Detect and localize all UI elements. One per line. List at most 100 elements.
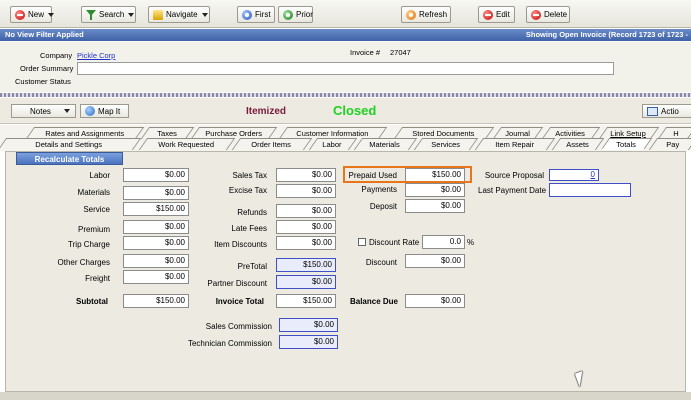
invoice-total-field[interactable]: $150.00 [276, 294, 336, 308]
record-count-text: Showing Open Invoice (Record 1723 of 172… [525, 30, 688, 39]
source-proposal-link[interactable]: 0 [549, 169, 599, 181]
tab-labor[interactable]: Labor [308, 138, 358, 150]
splitter[interactable] [0, 93, 691, 97]
last-payment-date-label: Last Payment Date [478, 186, 547, 195]
sales-tax-field[interactable]: $0.00 [276, 168, 336, 182]
sales-commission-label: Sales Commission [205, 322, 272, 331]
closed-status: Closed [333, 103, 377, 118]
edit-icon [483, 9, 493, 20]
order-summary-label: Order Summary [20, 64, 74, 73]
balance-due-field[interactable]: $0.00 [405, 294, 465, 308]
sales-tax-label: Sales Tax [232, 171, 267, 180]
invoice-header: Company Pickle Corp Invoice # 27047 Orde… [0, 42, 691, 92]
company-label: Company [40, 51, 73, 60]
tab-pay[interactable]: Pay [648, 138, 691, 150]
edit-button[interactable]: Edit [478, 6, 515, 23]
pretotal-field: $150.00 [276, 258, 336, 272]
tab-work-requested[interactable]: Work Requested [138, 138, 236, 150]
navigate-icon [153, 9, 163, 20]
prior-icon [283, 9, 293, 20]
refresh-button[interactable]: Refresh [401, 6, 451, 23]
subtotal-label: Subtotal [76, 297, 108, 306]
other-charges-label: Other Charges [57, 258, 110, 267]
service-label: Service [83, 205, 110, 214]
chevron-down-icon [64, 109, 70, 113]
balance-due-label: Balance Due [349, 297, 398, 306]
refunds-field[interactable]: $0.00 [276, 204, 336, 218]
tab-totals[interactable]: Totals [600, 138, 653, 150]
deposit-field[interactable]: $0.00 [405, 199, 465, 213]
premium-field[interactable]: $0.00 [123, 220, 189, 234]
chevron-down-icon [48, 12, 55, 17]
discount-label: Discount [365, 258, 397, 267]
map-it-button[interactable]: Map It [80, 104, 129, 118]
company-link[interactable]: Pickle Corp [77, 51, 115, 60]
delete-icon [531, 9, 541, 20]
late-fees-label: Late Fees [231, 224, 267, 233]
search-button[interactable]: Search [81, 6, 136, 23]
labor-field[interactable]: $0.00 [123, 168, 189, 182]
first-button[interactable]: First [237, 6, 275, 23]
refresh-icon [406, 9, 416, 20]
tab-services[interactable]: Services [413, 138, 479, 150]
chevron-down-icon [201, 12, 208, 17]
pretotal-label: PreTotal [237, 262, 267, 271]
premium-label: Premium [77, 225, 110, 234]
trip-charge-field[interactable]: $0.00 [123, 236, 189, 250]
main-toolbar: New Search Navigate First Prior Refresh … [0, 0, 691, 28]
materials-field[interactable]: $0.00 [123, 186, 189, 200]
tab-item-repair[interactable]: Item Repair [474, 138, 556, 150]
deposit-label: Deposit [369, 202, 397, 211]
trip-charge-label: Trip Charge [68, 240, 110, 249]
customer-status-label: Customer Status [15, 77, 71, 86]
refunds-label: Refunds [237, 208, 267, 217]
late-fees-field[interactable]: $0.00 [276, 220, 336, 234]
tab-order-items[interactable]: Order Items [231, 138, 313, 150]
recalculate-totals-button[interactable]: Recalculate Totals [16, 152, 123, 165]
chevron-down-icon [128, 12, 135, 17]
status-strip [0, 392, 691, 400]
item-discounts-label: Item Discounts [214, 240, 267, 249]
partner-discount-label: Partner Discount [207, 279, 267, 288]
freight-label: Freight [85, 274, 110, 283]
new-button[interactable]: New [10, 6, 55, 23]
other-charges-field[interactable]: $0.00 [123, 254, 189, 268]
secondary-toolbar: Notes Map It Itemized Closed Actio [0, 98, 691, 124]
new-icon [15, 9, 25, 20]
invoice-total-label: Invoice Total [215, 297, 264, 306]
excise-tax-label: Excise Tax [228, 186, 267, 195]
navigate-button[interactable]: Navigate [148, 6, 210, 23]
payments-label: Payments [361, 185, 397, 194]
item-discounts-field[interactable]: $0.00 [276, 236, 336, 250]
sales-commission-field: $0.00 [279, 318, 338, 332]
invoice-number-label: Invoice # [350, 48, 381, 57]
partner-discount-field: $0.00 [276, 275, 336, 289]
itemized-label: Itemized [246, 106, 287, 117]
view-filter-text: No View Filter Applied [5, 30, 84, 39]
filter-status-bar: No View Filter Applied Showing Open Invo… [0, 29, 691, 41]
excise-tax-field[interactable]: $0.00 [276, 184, 336, 198]
materials-label: Materials [77, 188, 110, 197]
prior-button[interactable]: Prior [278, 6, 313, 23]
action-button[interactable]: Actio [642, 104, 691, 118]
notes-dropdown[interactable]: Notes [11, 104, 76, 118]
discount-field[interactable]: $0.00 [405, 254, 465, 268]
tab-assets[interactable]: Assets [551, 138, 605, 150]
payments-field[interactable]: $0.00 [405, 183, 465, 197]
prepaid-highlight [343, 166, 472, 183]
labor-label: Labor [89, 171, 110, 180]
last-payment-date-field[interactable] [549, 183, 631, 197]
service-field[interactable]: $150.00 [123, 202, 189, 216]
discount-rate-checkbox[interactable] [358, 238, 366, 246]
order-summary-input[interactable] [77, 62, 614, 75]
tab-materials[interactable]: Materials [353, 138, 418, 150]
discount-rate-field[interactable]: 0.0 [422, 235, 465, 249]
freight-field[interactable]: $0.00 [123, 270, 189, 284]
discount-rate-label: Discount Rate [369, 238, 420, 247]
filter-icon [86, 9, 96, 20]
delete-button[interactable]: Delete [526, 6, 570, 23]
tab-details-and-settings[interactable]: Details and Settings [0, 138, 142, 150]
tab-strip: Rates and Assignments Taxes Purchase Ord… [0, 125, 691, 151]
subtotal-field[interactable]: $150.00 [123, 294, 189, 308]
percent-sign: % [467, 238, 475, 247]
